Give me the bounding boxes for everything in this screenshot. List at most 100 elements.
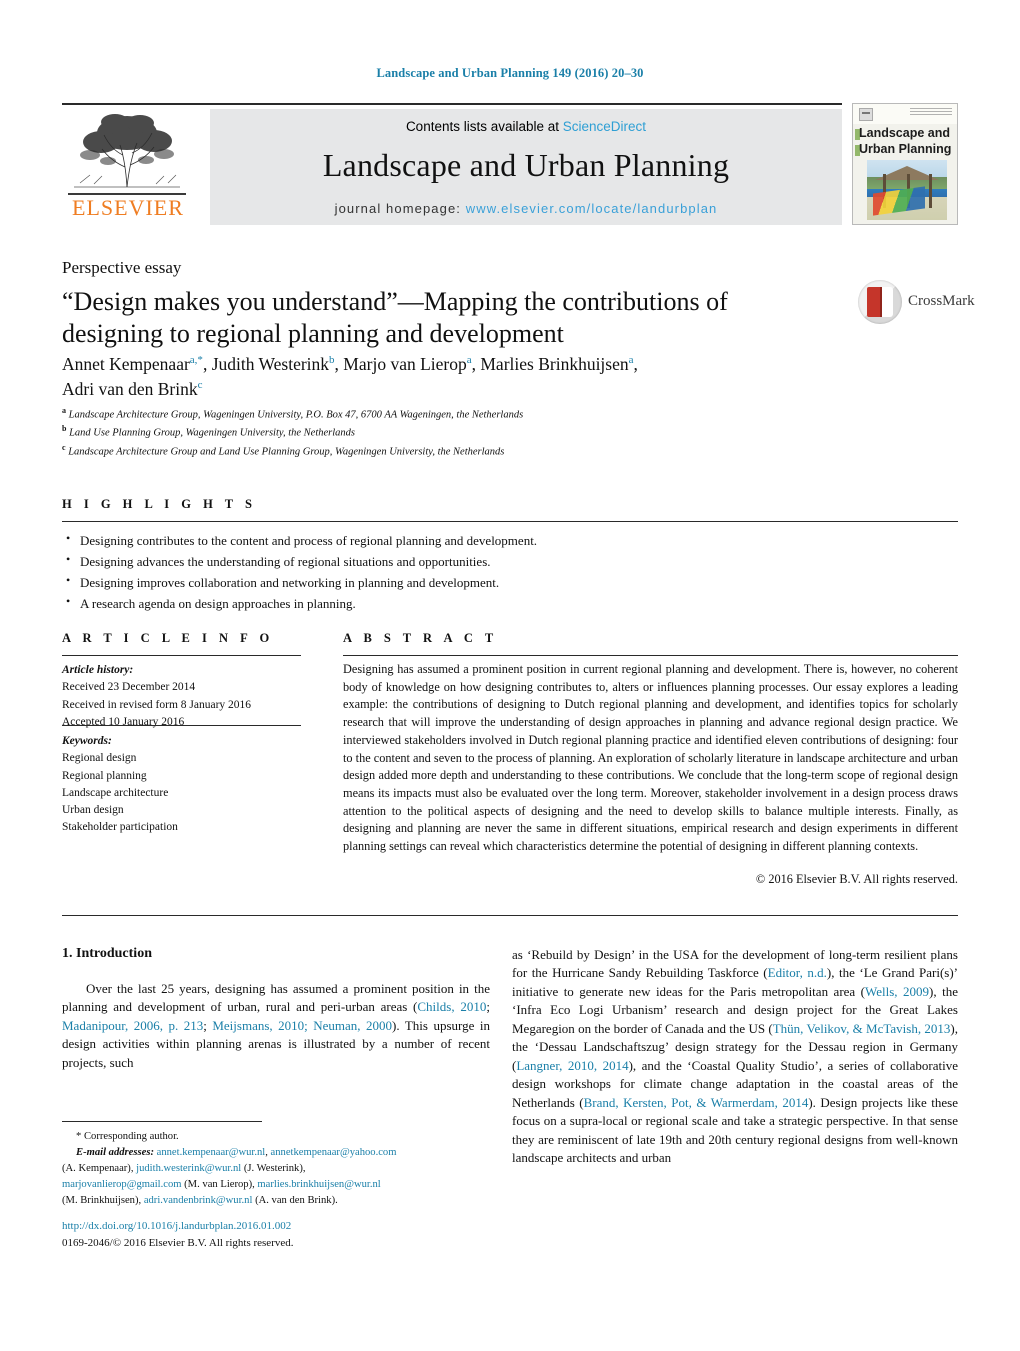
cover-title-line-2: Urban Planning [859,142,952,156]
running-head: Landscape and Urban Planning 149 (2016) … [376,66,644,80]
keyword-item: Urban design [62,804,124,816]
footnote-block: * Corresponding author. E-mail addresses… [62,1131,397,1207]
affiliation-text-b: Land Use Planning Group, Wageningen Univ… [69,427,355,439]
homepage-url-link[interactable]: www.elsevier.com/locate/landurbplan [466,201,718,216]
author-4: , Marlies Brinkhuijsen [471,354,629,374]
abstract-text: Designing has assumed a prominent positi… [343,662,958,854]
article-info-label: A R T I C L E I N F O [62,631,274,645]
highlight-item: Designing improves collaboration and net… [66,571,766,593]
page-title: “Design makes you understand”—Mapping th… [62,287,728,348]
email-link[interactable]: adri.vandenbrink@wur.nl [144,1195,253,1206]
abstract-copyright: © 2016 Elsevier B.V. All rights reserved… [755,872,958,886]
doi-link[interactable]: http://dx.doi.org/10.1016/j.landurbplan.… [62,1218,522,1235]
affiliation-item: c Landscape Architecture Group and Land … [62,442,822,460]
citation-link[interactable]: Langner, 2010, 2014 [516,1058,628,1073]
abstract-label: A B S T R A C T [343,631,498,645]
article-page: Landscape and Urban Planning 149 (2016) … [0,0,1020,1351]
highlight-item: Designing advances the understanding of … [66,550,766,572]
keyword-item: Regional design [62,752,137,765]
body-right-column: as ‘Rebuild by Design’ in the USA for th… [512,946,958,1167]
cover-photo-ground-mural [873,186,925,216]
masthead-panel: Contents lists available at ScienceDirec… [210,109,842,225]
abstract-rule [343,655,958,656]
affiliation-item: a Landscape Architecture Group, Wagening… [62,405,822,423]
elsevier-tree-icon [68,109,186,195]
article-history-label: Article history: [62,664,134,676]
keyword-item: Regional planning [62,769,147,782]
author-2: , Judith Westerink [202,354,330,374]
author-1-affil-marker[interactable]: a,* [190,354,203,366]
keywords-label: Keywords: [62,735,112,747]
citation-link[interactable]: Editor, n.d. [768,965,827,980]
crossmark-badge[interactable]: CrossMark [858,278,975,330]
email-owner: (M. van Lierop), [184,1179,255,1191]
citation-link[interactable]: Childs, 2010 [417,999,486,1014]
email-link[interactable]: judith.westerink@wur.nl [136,1163,241,1174]
masthead-top-rule [62,103,842,105]
homepage-prefix: journal homepage: [334,201,461,216]
citation-link[interactable]: Wells, 2009 [865,984,929,999]
author-list: Annet Kempenaara,*, Judith Westerinkb, M… [62,354,638,400]
cover-photo-post-3 [929,174,932,208]
author-1: Annet Kempenaar [62,354,190,374]
affiliation-list: a Landscape Architecture Group, Wagening… [62,405,822,460]
citation-separator: ; [203,1017,213,1033]
highlights-list: Designing contributes to the content and… [66,529,766,614]
keywords-rule [62,725,301,726]
cover-publisher-logo-icon [859,108,873,121]
crossmark-icon [858,280,902,324]
article-info-rule [62,655,301,656]
highlights-rule [62,521,958,522]
corresponding-author-text: Corresponding author. [83,1131,179,1142]
affiliation-item: b Land Use Planning Group, Wageningen Un… [62,423,822,441]
citation-link[interactable]: Brand, Kersten, Pot, & Warmerdam, 2014 [584,1095,809,1110]
affiliation-marker-b: b [62,424,67,434]
article-history-block: Article history: Received 23 December 20… [62,662,312,731]
keyword-item: Stakeholder participation [62,821,178,834]
citation-link[interactable]: Thün, Velikov, & McTavish, 2013 [773,1021,951,1036]
journal-masthead: ELSEVIER Contents lists available at Sci… [62,103,958,225]
author-5: Adri van den Brink [62,379,198,400]
crossmark-book-icon [867,287,893,317]
email-owner: (M. Brinkhuijsen), [62,1195,142,1207]
journal-title: Landscape and Urban Planning [322,147,730,183]
corresponding-author-marker: * [76,1131,82,1142]
highlight-item: A research agenda on design approaches i… [66,592,766,614]
citation-link[interactable]: Meijsmans, 2010; Neuman, 2000 [212,1018,392,1033]
citation-separator: ; [486,999,490,1015]
elsevier-logo: ELSEVIER [62,109,194,225]
affiliation-text-c: Landscape Architecture Group and Land Us… [68,446,505,458]
affiliation-marker-a: a [62,406,66,415]
issn-copyright-line: 0169-2046/© 2016 Elsevier B.V. All right… [62,1236,294,1249]
email-link[interactable]: annet.kempenaar@wur.nl [157,1147,266,1158]
elsevier-wordmark: ELSEVIER [72,195,184,220]
section-heading-introduction: 1. Introduction [62,946,152,961]
body-left-column: Over the last 25 years, designing has as… [62,980,490,1072]
email-owner: (A. van den Brink). [255,1195,338,1207]
cover-photo [867,160,947,220]
citation-link[interactable]: Madanipour, 2006, p. 213 [62,1018,203,1033]
author-5-affil-marker[interactable]: c [198,380,203,392]
article-history-item: Accepted 10 January 2016 [62,715,185,728]
email-addresses-label: E-mail addresses: [76,1147,154,1159]
cover-title-line-1: Landscape and [859,126,950,140]
email-owner: (J. Westerink), [243,1163,306,1175]
author-4-affil-marker[interactable]: a [629,354,634,366]
article-history-item: Received 23 December 2014 [62,681,196,694]
article-history-item: Received in revised form 8 January 2016 [62,698,252,711]
email-link[interactable]: marjovanlierop@gmail.com [62,1179,182,1190]
email-link[interactable]: marlies.brinkhuijsen@wur.nl [257,1179,380,1190]
email-link[interactable]: annetkempenaar@yahoo.com [271,1147,397,1158]
abstract-bottom-rule [62,915,958,916]
contents-prefix: Contents lists available at [405,119,563,134]
page-footer: http://dx.doi.org/10.1016/j.landurbplan.… [62,1218,522,1251]
journal-homepage-line: journal homepage: www.elsevier.com/locat… [210,201,842,216]
highlights-label: H I G H L I G H T S [62,497,257,511]
keywords-block: Keywords: Regional design Regional plann… [62,733,312,837]
highlight-item: Designing contributes to the content and… [66,529,766,551]
article-type: Perspective essay [62,258,182,277]
cover-metadata-lines [910,108,952,117]
journal-cover-thumbnail: Landscape and Urban Planning [852,103,958,225]
keyword-item: Landscape architecture [62,786,169,799]
sciencedirect-link[interactable]: ScienceDirect [563,119,646,134]
